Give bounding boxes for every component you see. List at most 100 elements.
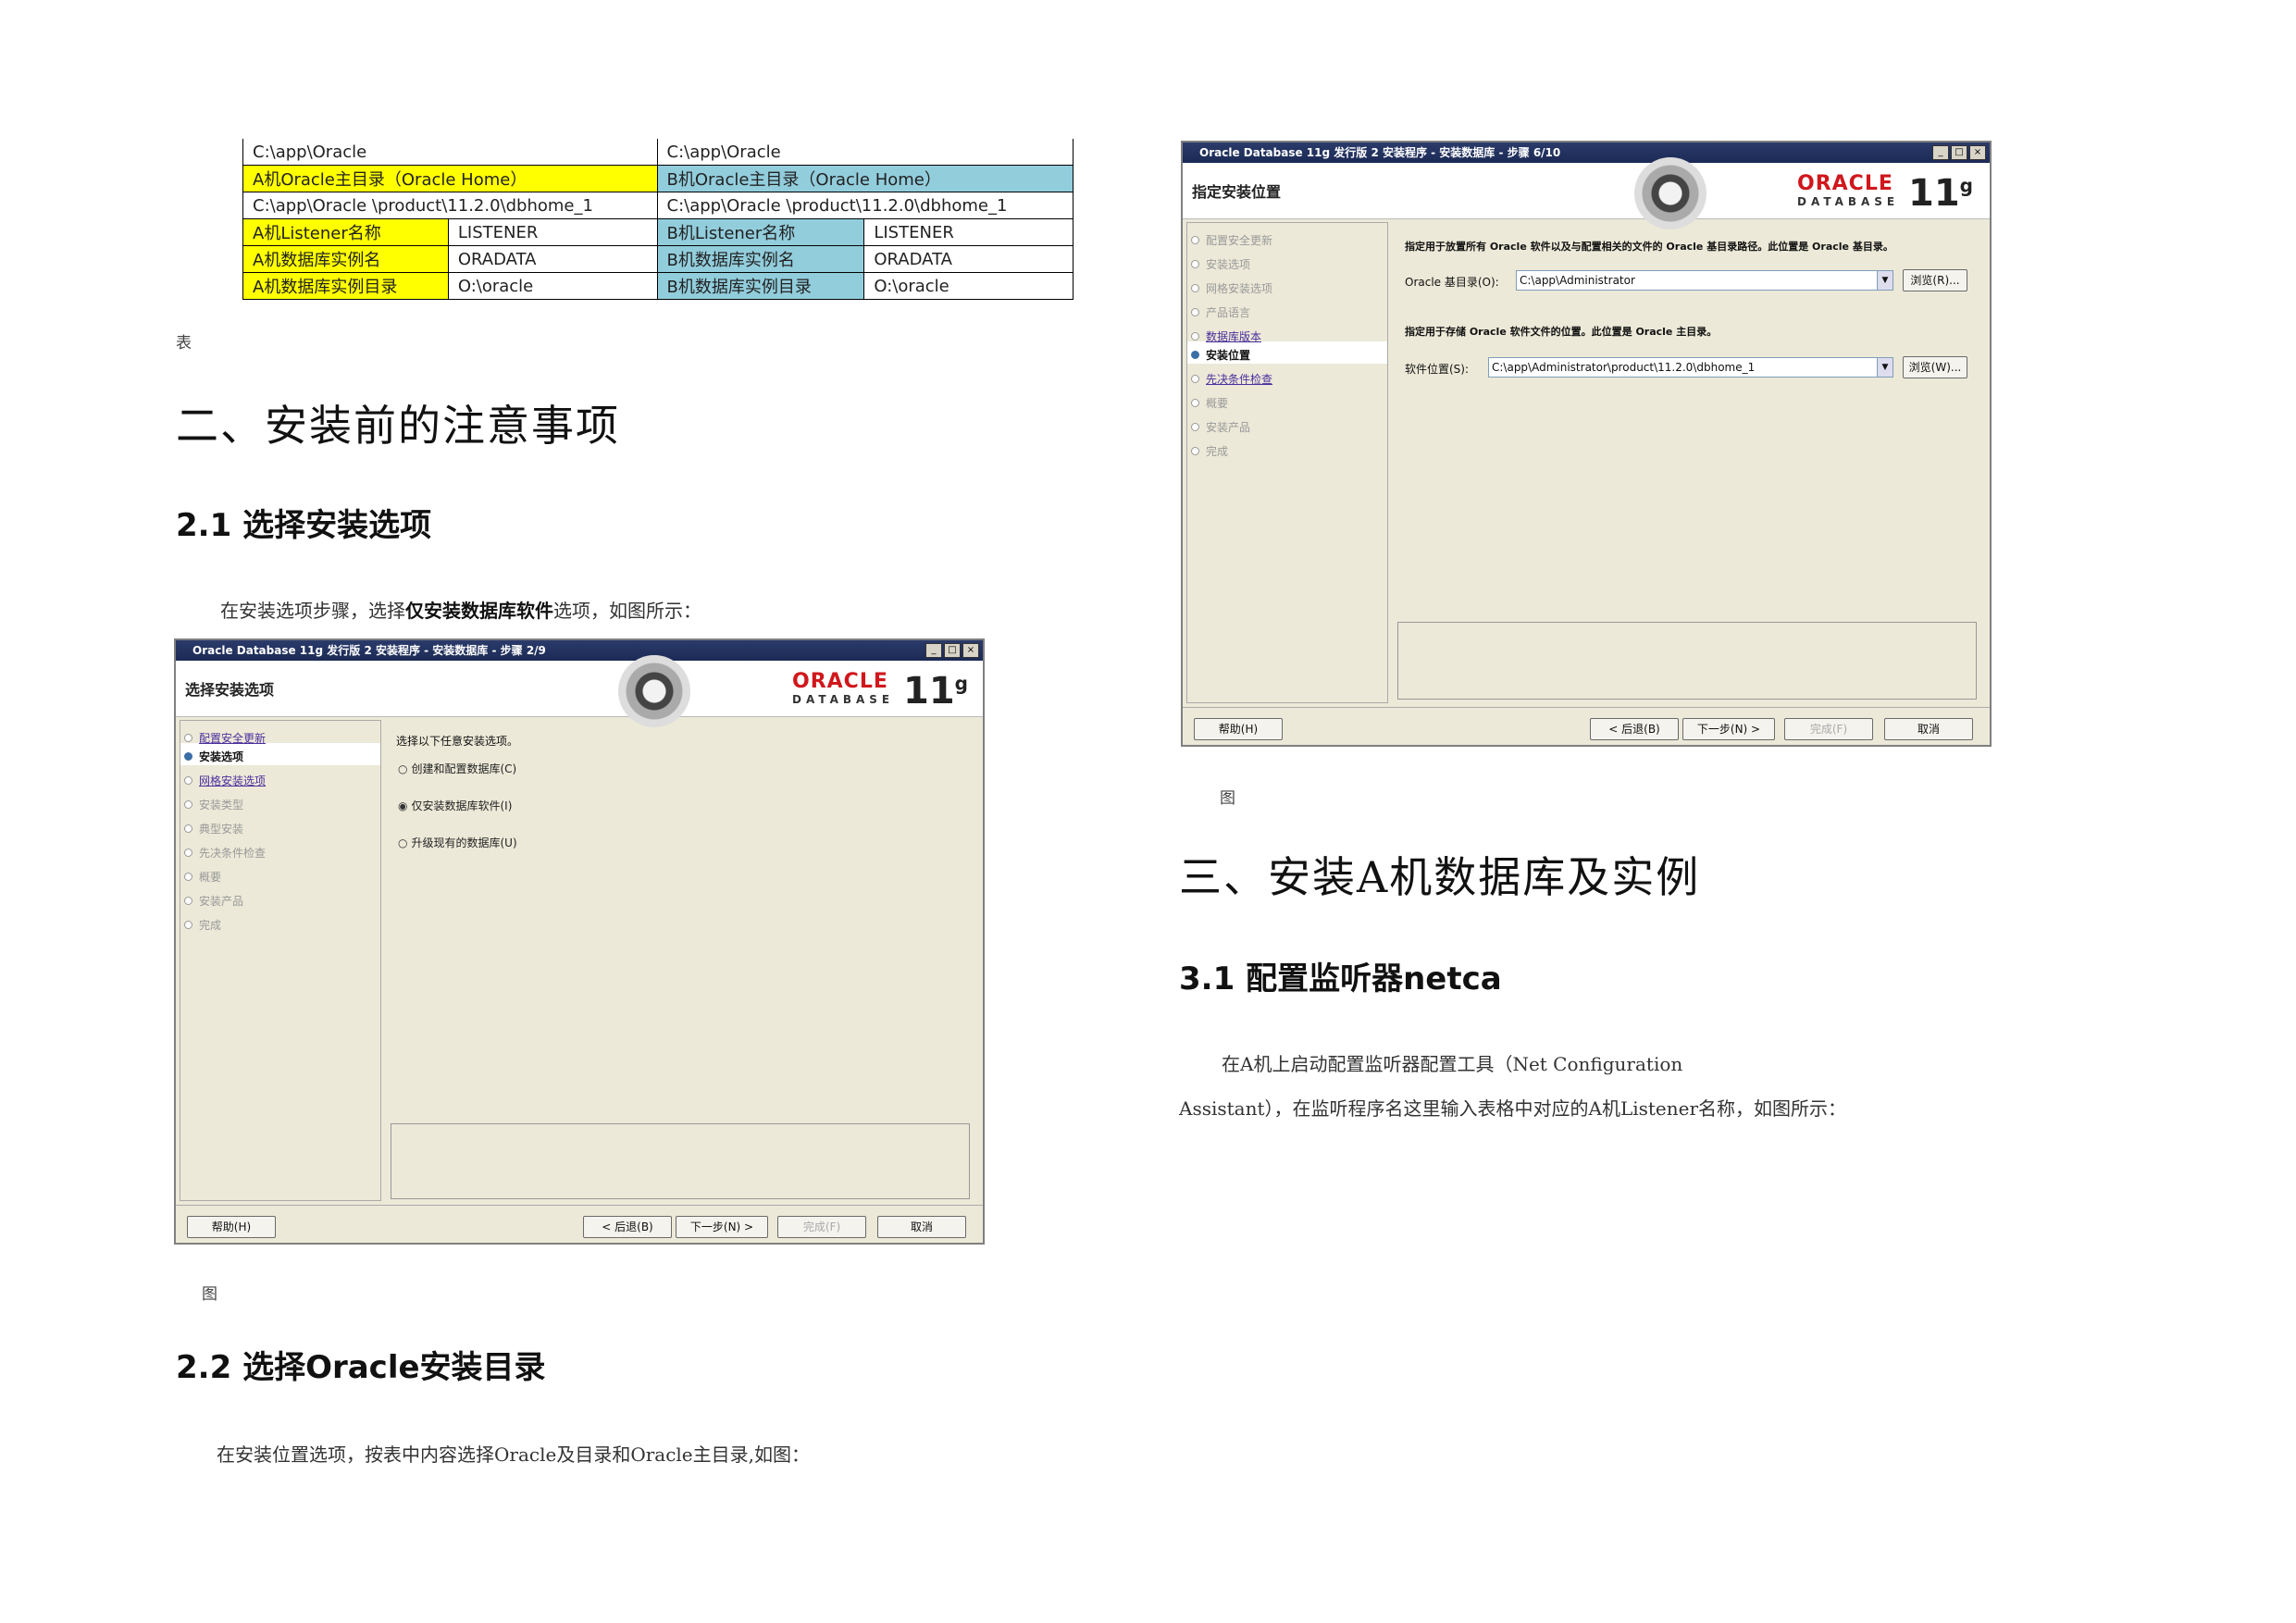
figure-caption: 图	[202, 1285, 217, 1304]
finish-button: 完成(F)	[777, 1216, 866, 1238]
window-controls: _ □ ×	[925, 643, 979, 658]
browse-software-button[interactable]: 浏览(W)...	[1903, 356, 1967, 378]
radio-install-software-only[interactable]: 仅安装数据库软件(I)	[398, 798, 512, 813]
step-item: 网格安装选项	[1190, 282, 1273, 295]
oracle-database-label: DATABASE	[1797, 195, 1900, 208]
oracle-brand: ORACLE	[1797, 172, 1893, 195]
oracle-logo: ORACLE DATABASE 11g	[792, 670, 968, 712]
cancel-button[interactable]: 取消	[1884, 718, 1973, 740]
step-item: 概要	[1190, 397, 1229, 410]
oracle-brand: ORACLE	[792, 670, 888, 693]
table-row: C:\app\Oracle \product\11.2.0\dbhome_1 C…	[242, 192, 1074, 219]
oracle-version: 11g	[903, 670, 968, 712]
subsection-heading-2-1: 2.1 选择安装选项	[176, 507, 432, 544]
step-item: 完成	[183, 919, 222, 932]
table-cell: A机数据库实例名	[242, 245, 449, 273]
chevron-down-icon[interactable]: ▼	[1877, 358, 1893, 377]
installer-screenshot-step6: Oracle Database 11g 发行版 2 安装程序 - 安装数据库 -…	[1181, 141, 1992, 747]
installer-banner: 指定安装位置 ORACLE DATABASE 11g	[1183, 157, 1990, 229]
table-row: C:\app\Oracle C:\app\Oracle	[242, 139, 1074, 166]
step-item: 安装产品	[183, 895, 244, 908]
divider	[1183, 707, 1990, 708]
subsection-heading-2-2: 2.2 选择Oracle安装目录	[176, 1349, 546, 1386]
steps-panel: 配置安全更新 安装选项 网格安装选项 安装类型 典型安装 先决条件检查 概要 安…	[180, 720, 381, 1201]
table-cell: O:\oracle	[863, 272, 1074, 300]
browse-base-button[interactable]: 浏览(R)...	[1903, 269, 1967, 291]
base-dir-description: 指定用于放置所有 Oracle 软件以及与配置相关的文件的 Oracle 基目录…	[1405, 241, 1893, 253]
table-cell: LISTENER	[863, 218, 1074, 246]
window-titlebar: Oracle Database 11g 发行版 2 安装程序 - 安装数据库 -…	[1183, 142, 1990, 163]
step-item[interactable]: 配置安全更新	[183, 730, 266, 746]
table-cell: B机数据库实例名	[656, 245, 865, 273]
table-cell: LISTENER	[447, 218, 658, 246]
close-icon[interactable]: ×	[1969, 145, 1986, 160]
oracle-logo: ORACLE DATABASE 11g	[1797, 172, 1973, 215]
section-heading-3: 三、安装A机数据库及实例	[1179, 852, 1701, 902]
table-cell: O:\oracle	[447, 272, 658, 300]
base-dir-value: C:\app\Administrator	[1520, 274, 1635, 287]
base-dir-select[interactable]: C:\app\Administrator ▼	[1516, 270, 1893, 291]
finish-button: 完成(F)	[1784, 718, 1873, 740]
back-button[interactable]: < 后退(B)	[1590, 718, 1679, 740]
subsection-heading-3-1: 3.1 配置监听器netca	[1179, 960, 1502, 997]
gear-icon	[1634, 157, 1706, 229]
chevron-down-icon[interactable]: ▼	[1877, 271, 1893, 290]
table-cell: C:\app\Oracle \product\11.2.0\dbhome_1	[242, 192, 658, 219]
help-button[interactable]: 帮助(H)	[187, 1216, 276, 1238]
maximize-icon[interactable]: □	[1951, 145, 1967, 160]
table-cell: A机Listener名称	[242, 218, 449, 246]
step-item[interactable]: 数据库版本	[1190, 328, 1261, 344]
steps-panel: 配置安全更新 安装选项 网格安装选项 产品语言 数据库版本 安装位置 先决条件检…	[1186, 222, 1388, 703]
installer-screenshot-step2: Oracle Database 11g 发行版 2 安装程序 - 安装数据库 -…	[174, 638, 985, 1245]
table-cell: ORADATA	[447, 245, 658, 273]
help-button[interactable]: 帮助(H)	[1194, 718, 1283, 740]
software-location-description: 指定用于存储 Oracle 软件文件的位置。此位置是 Oracle 主目录。	[1405, 326, 1718, 338]
message-area	[1397, 622, 1977, 700]
radio-upgrade-db[interactable]: 升级现有的数据库(U)	[398, 835, 516, 850]
table-cell: C:\app\Oracle \product\11.2.0\dbhome_1	[656, 192, 1074, 219]
step-item[interactable]: 网格安装选项	[183, 773, 266, 788]
step-item: 安装产品	[1190, 421, 1251, 434]
config-table: C:\app\Oracle C:\app\Oracle A机Oracle主目录（…	[242, 139, 1074, 300]
table-row: A机Listener名称 LISTENER B机Listener名称 LISTE…	[242, 218, 1074, 246]
oracle-database-label: DATABASE	[792, 693, 895, 706]
step-item: 安装选项	[183, 750, 244, 763]
table-row: A机数据库实例目录 O:\oracle B机数据库实例目录 O:\oracle	[242, 272, 1074, 300]
message-area	[391, 1123, 970, 1199]
close-icon[interactable]: ×	[962, 643, 979, 658]
step-item[interactable]: 先决条件检查	[1190, 371, 1272, 387]
step-item: 配置安全更新	[1190, 234, 1273, 247]
step-item: 概要	[183, 871, 222, 884]
table-cell: C:\app\Oracle	[242, 139, 658, 166]
oracle-version-suffix: g	[1959, 174, 1973, 197]
section-heading-2: 二、安装前的注意事项	[176, 401, 620, 451]
software-location-select[interactable]: C:\app\Administrator\product\11.2.0\dbho…	[1488, 357, 1893, 378]
table-row: A机Oracle主目录（Oracle Home） B机Oracle主目录（Ora…	[242, 165, 1074, 192]
step-item: 先决条件检查	[183, 847, 267, 860]
maximize-icon[interactable]: □	[944, 643, 961, 658]
oracle-version-number: 11	[1908, 172, 1960, 215]
table-caption: 表	[176, 334, 192, 353]
base-dir-label: Oracle 基目录(O):	[1405, 276, 1499, 289]
paragraph: Assistant），在监听程序名这里输入表格中对应的A机Listener名称，…	[1179, 1097, 1847, 1120]
table-cell: A机数据库实例目录	[242, 272, 449, 300]
table-cell: B机数据库实例目录	[656, 272, 865, 300]
window-controls: _ □ ×	[1932, 145, 1986, 160]
software-location-label: 软件位置(S):	[1405, 363, 1470, 376]
cancel-button[interactable]: 取消	[877, 1216, 966, 1238]
minimize-icon[interactable]: _	[925, 643, 942, 658]
paragraph: 在A机上启动配置监听器配置工具（Net Configuration	[1222, 1053, 1683, 1075]
back-button[interactable]: < 后退(B)	[583, 1216, 672, 1238]
radio-create-db[interactable]: 创建和配置数据库(C)	[398, 761, 516, 776]
next-button[interactable]: 下一步(N) >	[676, 1216, 768, 1238]
minimize-icon[interactable]: _	[1932, 145, 1949, 160]
figure-caption: 图	[1220, 789, 1235, 808]
installer-banner: 选择安装选项 ORACLE DATABASE 11g	[176, 655, 983, 727]
table-cell: B机Oracle主目录（Oracle Home）	[656, 165, 1074, 192]
oracle-version-suffix: g	[954, 672, 968, 695]
table-cell: A机Oracle主目录（Oracle Home）	[242, 165, 658, 192]
step-item: 产品语言	[1190, 306, 1251, 319]
page-title: 指定安装位置	[1192, 183, 1282, 201]
paragraph-text: 在安装选项步骤，选择	[220, 600, 405, 622]
next-button[interactable]: 下一步(N) >	[1682, 718, 1775, 740]
